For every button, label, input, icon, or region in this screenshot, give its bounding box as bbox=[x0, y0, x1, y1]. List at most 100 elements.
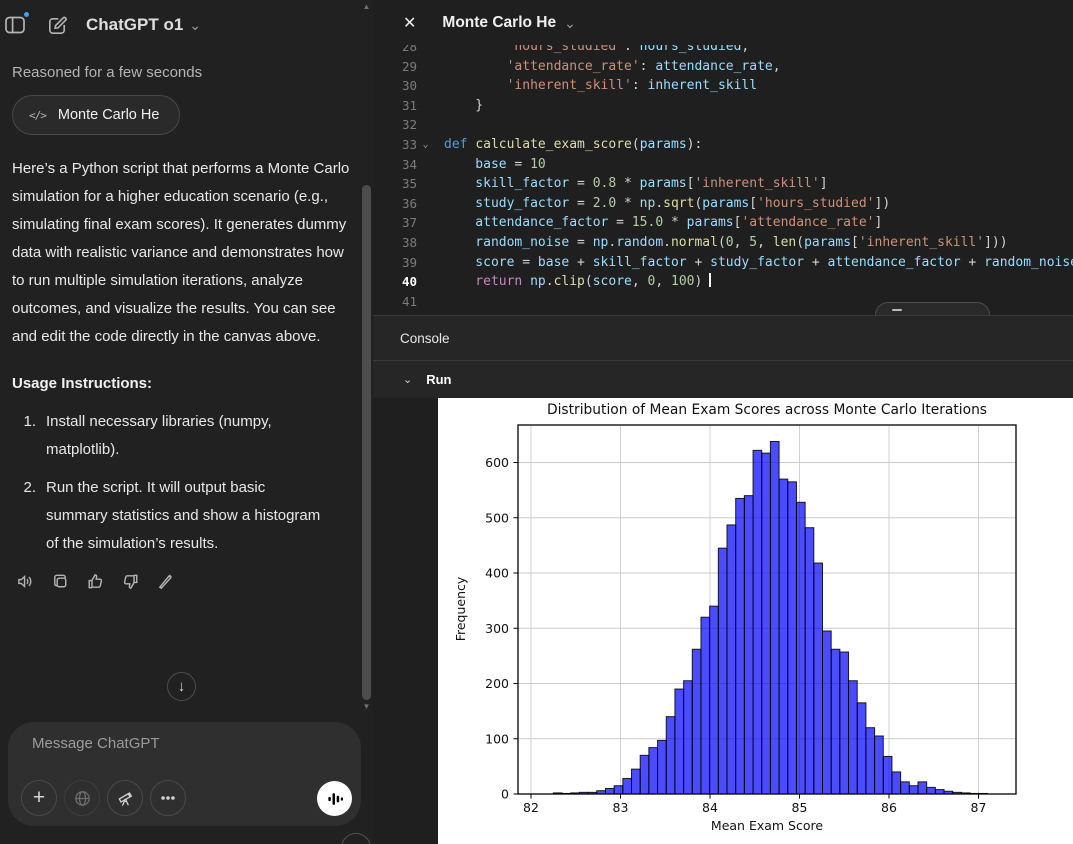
scrollbar-thumb[interactable] bbox=[362, 185, 371, 700]
copy-icon bbox=[51, 572, 70, 591]
composer: + bbox=[8, 722, 361, 826]
run-button-glyph bbox=[892, 309, 902, 311]
code-icon: </> bbox=[29, 109, 46, 122]
scroll-down-arrow[interactable]: ▼ bbox=[360, 702, 373, 711]
svg-text:83: 83 bbox=[613, 800, 629, 815]
plus-icon: + bbox=[33, 787, 45, 808]
list-item: 1. Install necessary libraries (numpy, m… bbox=[12, 408, 359, 464]
sidebar-toggle-button[interactable] bbox=[2, 12, 28, 38]
code-editor[interactable]: 28'hours_studied': hours_studied,29'atte… bbox=[373, 45, 1073, 315]
composer-tools: + bbox=[21, 780, 186, 816]
code-line[interactable]: 32 bbox=[373, 115, 1073, 135]
code-line[interactable]: 35skill_factor = 0.8 * params['inherent_… bbox=[373, 174, 1073, 194]
canvas-title-menu[interactable]: Monte Carlo He ⌄ bbox=[442, 14, 575, 32]
canvas-title: Monte Carlo He bbox=[442, 14, 556, 32]
voice-mode-button[interactable] bbox=[317, 781, 352, 816]
bad-response-button[interactable] bbox=[119, 570, 141, 592]
copy-button[interactable] bbox=[49, 570, 71, 592]
waveform-icon bbox=[325, 789, 345, 809]
list-item-text: Install necessary libraries (numpy, matp… bbox=[46, 408, 326, 464]
speaker-icon bbox=[16, 572, 35, 591]
code-line[interactable]: 39score = base + skill_factor + study_fa… bbox=[373, 253, 1073, 273]
svg-text:87: 87 bbox=[971, 800, 987, 815]
exam-score-histogram: 82 83 84 85 86 87 0 100 200 300 400 500 600 Distribut… bbox=[438, 398, 1073, 844]
usage-heading: Usage Instructions: bbox=[12, 375, 359, 392]
read-aloud-button[interactable] bbox=[14, 570, 36, 592]
svg-text:600: 600 bbox=[485, 455, 509, 470]
model-selector[interactable]: ChatGPT o1 ⌄ bbox=[86, 15, 201, 35]
svg-text:500: 500 bbox=[485, 510, 509, 525]
add-attachment-button[interactable]: + bbox=[21, 780, 57, 816]
svg-text:82: 82 bbox=[523, 800, 539, 815]
chart-output: 82 83 84 85 86 87 0 100 200 300 400 500 600 Distribut… bbox=[438, 398, 1073, 844]
instruction-list: 1. Install necessary libraries (numpy, m… bbox=[12, 408, 359, 558]
console-label: Console bbox=[400, 331, 450, 346]
deep-research-button[interactable] bbox=[107, 780, 143, 816]
code-line[interactable]: 40return np.clip(score, 0, 100) bbox=[373, 272, 1073, 292]
web-search-button[interactable] bbox=[64, 780, 100, 816]
notification-dot bbox=[22, 10, 31, 19]
svg-text:200: 200 bbox=[485, 676, 509, 691]
code-lines: 28'hours_studied': hours_studied,29'atte… bbox=[373, 45, 1073, 311]
message-input[interactable] bbox=[32, 735, 332, 752]
svg-text:Frequency: Frequency bbox=[453, 576, 468, 641]
down-arrow-icon: ↓ bbox=[178, 678, 186, 695]
model-label: ChatGPT o1 bbox=[86, 15, 183, 35]
code-line[interactable]: 29'attendance_rate': attendance_rate, bbox=[373, 57, 1073, 77]
good-response-button[interactable] bbox=[84, 570, 106, 592]
chat-scrollbar: ▲ ▼ bbox=[360, 0, 373, 844]
list-item: 2. Run the script. It will output basic … bbox=[12, 474, 359, 558]
code-line[interactable]: 30'inherent_skill': inherent_skill bbox=[373, 76, 1073, 96]
ellipsis-icon bbox=[159, 789, 177, 807]
question-icon: ? bbox=[352, 841, 359, 844]
svg-text:300: 300 bbox=[485, 621, 509, 636]
close-canvas-button[interactable]: ✕ bbox=[403, 13, 416, 33]
code-line[interactable]: 37attendance_factor = 15.0 * params['att… bbox=[373, 213, 1073, 233]
run-section-header[interactable]: ⌄ Run bbox=[373, 360, 1073, 398]
code-line[interactable]: 33⌄def calculate_exam_score(params): bbox=[373, 135, 1073, 155]
code-line[interactable]: 28'hours_studied': hours_studied, bbox=[373, 45, 1073, 57]
canvas-panel: ✕ Monte Carlo He ⌄ 28'hours_studied': ho… bbox=[373, 0, 1073, 844]
list-item-number: 2. bbox=[12, 474, 36, 558]
code-line[interactable]: 34base = 10 bbox=[373, 155, 1073, 175]
svg-text:100: 100 bbox=[485, 731, 509, 746]
globe-icon bbox=[73, 789, 92, 808]
telescope-icon bbox=[116, 789, 135, 808]
svg-text:84: 84 bbox=[702, 800, 718, 815]
canvas-header: ✕ Monte Carlo He ⌄ bbox=[373, 0, 1073, 45]
console-section-header[interactable]: Console bbox=[373, 315, 1073, 360]
reasoned-status: Reasoned for a few seconds bbox=[12, 64, 359, 81]
edit-in-canvas-button[interactable] bbox=[154, 570, 176, 592]
chevron-down-icon: ⌄ bbox=[403, 373, 412, 386]
more-tools-button[interactable] bbox=[150, 780, 186, 816]
new-chat-button[interactable] bbox=[44, 12, 70, 38]
svg-text:0: 0 bbox=[501, 787, 509, 802]
chatgpt-app: ChatGPT o1 ⌄ Reasoned for a few seconds … bbox=[0, 0, 1073, 844]
thumbs-down-icon bbox=[121, 572, 140, 591]
chat-header: ChatGPT o1 ⌄ bbox=[0, 0, 373, 46]
code-line[interactable]: 36study_factor = 2.0 * np.sqrt(params['h… bbox=[373, 194, 1073, 214]
svg-text:85: 85 bbox=[792, 800, 808, 815]
canvas-chip-label: Monte Carlo He bbox=[58, 107, 160, 123]
list-item-text: Run the script. It will output basic sum… bbox=[46, 474, 326, 558]
code-line[interactable]: 38random_noise = np.random.normal(0, 5, … bbox=[373, 233, 1073, 253]
svg-text:400: 400 bbox=[485, 566, 509, 581]
compose-icon bbox=[46, 14, 69, 37]
assistant-message: Here’s a Python script that performs a M… bbox=[12, 155, 358, 351]
svg-text:86: 86 bbox=[881, 800, 897, 815]
message-actions bbox=[14, 570, 359, 592]
code-line[interactable]: 31} bbox=[373, 96, 1073, 116]
chevron-down-icon: ⌄ bbox=[189, 18, 201, 32]
run-button-partial[interactable] bbox=[875, 302, 990, 315]
list-item-number: 1. bbox=[12, 408, 36, 464]
svg-text:Mean Exam Score: Mean Exam Score bbox=[711, 818, 823, 833]
scroll-to-bottom-button[interactable]: ↓ bbox=[167, 672, 196, 701]
thumbs-up-icon bbox=[86, 572, 105, 591]
scroll-up-arrow[interactable]: ▲ bbox=[360, 2, 373, 11]
canvas-chip[interactable]: </> Monte Carlo He bbox=[12, 95, 180, 135]
chat-messages: Reasoned for a few seconds </> Monte Car… bbox=[0, 64, 373, 592]
pen-sparkle-icon bbox=[156, 572, 175, 591]
chevron-down-icon: ⌄ bbox=[564, 16, 576, 30]
chat-panel: ChatGPT o1 ⌄ Reasoned for a few seconds … bbox=[0, 0, 373, 844]
svg-text:Distribution of Mean Exam Scor: Distribution of Mean Exam Scores across … bbox=[547, 402, 987, 418]
